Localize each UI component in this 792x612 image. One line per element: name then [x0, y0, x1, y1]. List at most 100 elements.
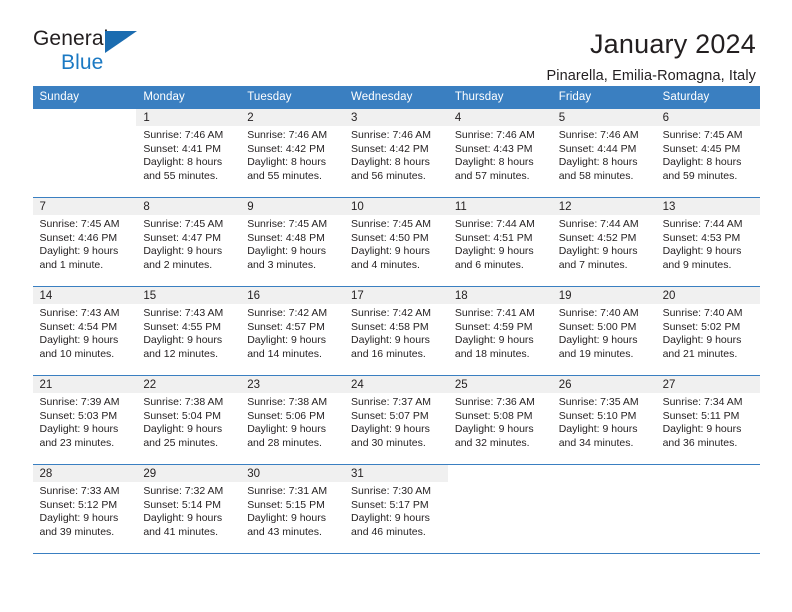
weekday-header-friday: Friday [551, 86, 656, 109]
daylight-text: Daylight: 8 hours and 55 minutes. [247, 156, 326, 182]
sunset-text: Sunset: 4:45 PM [662, 142, 741, 155]
calendar-day-cell[interactable]: 14 Sunrise: 7:43 AM Sunset: 4:54 PM Dayligh… [32, 286, 137, 376]
day-cell-inner: 30 Sunrise: 7:31 AM Sunset: 5:15 PM Dayligh… [240, 465, 345, 553]
day-cell-inner: 24 Sunrise: 7:37 AM Sunset: 5:07 PM Dayligh… [344, 376, 448, 464]
daylight-text: Daylight: 9 hours and 19 minutes. [558, 334, 638, 360]
sunset-text: Sunset: 4:58 PM [351, 320, 429, 333]
sunrise-text: Sunrise: 7:38 AM [247, 396, 328, 408]
day-cell-inner: 26 Sunrise: 7:35 AM Sunset: 5:10 PM Dayligh… [551, 376, 656, 464]
day-number: 26 [551, 376, 656, 393]
calendar-day-cell[interactable]: 31 Sunrise: 7:30 AM Sunset: 5:17 PM Dayligh… [344, 464, 448, 554]
day-number: 6 [655, 109, 760, 126]
calendar-day-cell[interactable]: 5 Sunrise: 7:46 AM Sunset: 4:44 PM Daylight… [551, 109, 656, 198]
day-cell-inner: 1 Sunrise: 7:46 AM Sunset: 4:41 PM Daylight… [136, 109, 241, 197]
day-cell-inner: 14 Sunrise: 7:43 AM Sunset: 4:54 PM Dayligh… [32, 287, 137, 375]
day-number: 2 [240, 109, 345, 126]
daylight-text: Daylight: 9 hours and 39 minutes. [39, 512, 119, 538]
day-cell-inner: 28 Sunrise: 7:33 AM Sunset: 5:12 PM Dayligh… [32, 465, 137, 553]
calendar-day-cell[interactable]: 26 Sunrise: 7:35 AM Sunset: 5:10 PM Dayligh… [551, 375, 656, 465]
sunrise-text: Sunrise: 7:40 AM [662, 307, 743, 319]
day-cell-inner: 10 Sunrise: 7:45 AM Sunset: 4:50 PM Dayligh… [344, 198, 448, 286]
day-number: 10 [344, 198, 448, 215]
daylight-text: Daylight: 9 hours and 46 minutes. [351, 512, 430, 538]
sunset-text: Sunset: 4:44 PM [558, 142, 637, 155]
day-details: Sunrise: 7:46 AM Sunset: 4:43 PM Daylight:… [448, 126, 552, 183]
calendar-day-cell-empty [32, 109, 137, 198]
triangle-icon [105, 31, 137, 53]
calendar-day-cell[interactable]: 15 Sunrise: 7:43 AM Sunset: 4:55 PM Dayligh… [136, 286, 241, 376]
day-details: Sunrise: 7:36 AM Sunset: 5:08 PM Daylight:… [448, 393, 552, 450]
sunrise-text: Sunrise: 7:44 AM [662, 218, 743, 230]
sunrise-text: Sunrise: 7:46 AM [247, 129, 328, 141]
calendar-day-cell[interactable]: 27 Sunrise: 7:34 AM Sunset: 5:11 PM Dayligh… [655, 375, 760, 465]
sunset-text: Sunset: 4:47 PM [143, 231, 221, 244]
day-cell-inner: 3 Sunrise: 7:46 AM Sunset: 4:42 PM Daylight… [344, 109, 448, 197]
calendar-page: General Blue January 2024 Pinarella, Emi… [0, 0, 792, 612]
calendar-week-row: 1 Sunrise: 7:46 AM Sunset: 4:41 PM Daylight… [32, 109, 760, 198]
sunrise-text: Sunrise: 7:33 AM [39, 485, 120, 497]
calendar-day-cell[interactable]: 30 Sunrise: 7:31 AM Sunset: 5:15 PM Dayligh… [240, 464, 345, 554]
calendar-day-cell[interactable]: 12 Sunrise: 7:44 AM Sunset: 4:52 PM Dayligh… [551, 197, 656, 287]
calendar-day-cell[interactable]: 13 Sunrise: 7:44 AM Sunset: 4:53 PM Dayligh… [655, 197, 760, 287]
sunset-text: Sunset: 5:02 PM [662, 320, 741, 333]
sunset-text: Sunset: 5:12 PM [39, 498, 118, 511]
calendar-day-cell[interactable]: 2 Sunrise: 7:46 AM Sunset: 4:42 PM Daylight… [240, 109, 345, 198]
calendar-header-row: Sunday Monday Tuesday Wednesday Thursday Frid… [32, 86, 760, 109]
sunset-text: Sunset: 5:10 PM [558, 409, 637, 422]
calendar-day-cell[interactable]: 4 Sunrise: 7:46 AM Sunset: 4:43 PM Daylight… [447, 109, 552, 198]
general-blue-logo[interactable]: General Blue [33, 28, 153, 76]
day-cell-inner: 19 Sunrise: 7:40 AM Sunset: 5:00 PM Dayligh… [551, 287, 656, 375]
daylight-text: Daylight: 8 hours and 58 minutes. [558, 156, 638, 182]
calendar-day-cell[interactable]: 21 Sunrise: 7:39 AM Sunset: 5:03 PM Dayligh… [32, 375, 137, 465]
sunrise-text: Sunrise: 7:35 AM [558, 396, 639, 408]
calendar-day-cell[interactable]: 11 Sunrise: 7:44 AM Sunset: 4:51 PM Dayligh… [447, 197, 552, 287]
logo-text-blue: Blue [61, 51, 104, 74]
calendar-day-cell[interactable]: 18 Sunrise: 7:41 AM Sunset: 4:59 PM Dayligh… [447, 286, 552, 376]
day-number: 17 [344, 287, 448, 304]
calendar-day-cell[interactable]: 7 Sunrise: 7:45 AM Sunset: 4:46 PM Daylight… [32, 197, 137, 287]
calendar-day-cell[interactable]: 16 Sunrise: 7:42 AM Sunset: 4:57 PM Dayligh… [240, 286, 345, 376]
day-number: 4 [447, 109, 552, 126]
day-details: Sunrise: 7:43 AM Sunset: 4:54 PM Daylight:… [33, 304, 137, 361]
day-number: 29 [136, 465, 241, 482]
day-number: 5 [551, 109, 656, 126]
day-cell-inner: 5 Sunrise: 7:46 AM Sunset: 4:44 PM Daylight… [551, 109, 656, 197]
calendar-day-cell-empty [551, 464, 656, 554]
sunset-text: Sunset: 4:50 PM [351, 231, 429, 244]
day-number [551, 465, 656, 482]
calendar-day-cell[interactable]: 28 Sunrise: 7:33 AM Sunset: 5:12 PM Dayligh… [32, 464, 137, 554]
daylight-text: Daylight: 8 hours and 55 minutes. [143, 156, 223, 182]
day-details: Sunrise: 7:40 AM Sunset: 5:02 PM Daylight:… [656, 304, 760, 361]
calendar-day-cell[interactable]: 29 Sunrise: 7:32 AM Sunset: 5:14 PM Dayligh… [136, 464, 241, 554]
sunrise-text: Sunrise: 7:41 AM [454, 307, 535, 319]
calendar-day-cell[interactable]: 19 Sunrise: 7:40 AM Sunset: 5:00 PM Dayligh… [551, 286, 656, 376]
calendar-table: Sunday Monday Tuesday Wednesday Thursday Frid… [32, 86, 760, 554]
calendar-day-cell[interactable]: 20 Sunrise: 7:40 AM Sunset: 5:02 PM Dayligh… [655, 286, 760, 376]
day-number [655, 465, 760, 482]
daylight-text: Daylight: 9 hours and 25 minutes. [143, 423, 223, 449]
sunset-text: Sunset: 5:15 PM [247, 498, 325, 511]
weekday-header-monday: Monday [136, 86, 241, 109]
sunrise-text: Sunrise: 7:37 AM [351, 396, 431, 408]
calendar-day-cell[interactable]: 1 Sunrise: 7:46 AM Sunset: 4:41 PM Daylight… [136, 109, 241, 198]
day-cell-inner: 12 Sunrise: 7:44 AM Sunset: 4:52 PM Dayligh… [551, 198, 656, 286]
calendar-day-cell[interactable]: 10 Sunrise: 7:45 AM Sunset: 4:50 PM Dayligh… [344, 197, 448, 287]
calendar-day-cell[interactable]: 3 Sunrise: 7:46 AM Sunset: 4:42 PM Daylight… [344, 109, 448, 198]
calendar-day-cell-empty [447, 464, 552, 554]
day-details: Sunrise: 7:41 AM Sunset: 4:59 PM Daylight:… [448, 304, 552, 361]
sunset-text: Sunset: 4:46 PM [39, 231, 118, 244]
calendar-day-cell[interactable]: 25 Sunrise: 7:36 AM Sunset: 5:08 PM Dayligh… [447, 375, 552, 465]
day-details: Sunrise: 7:38 AM Sunset: 5:06 PM Daylight:… [240, 393, 344, 450]
daylight-text: Daylight: 9 hours and 4 minutes. [351, 245, 430, 271]
day-number: 25 [447, 376, 552, 393]
sunset-text: Sunset: 4:51 PM [454, 231, 533, 244]
calendar-day-cell[interactable]: 23 Sunrise: 7:38 AM Sunset: 5:06 PM Dayligh… [240, 375, 345, 465]
calendar-day-cell[interactable]: 22 Sunrise: 7:38 AM Sunset: 5:04 PM Dayligh… [136, 375, 241, 465]
calendar-day-cell[interactable]: 8 Sunrise: 7:45 AM Sunset: 4:47 PM Daylight… [136, 197, 241, 287]
calendar-day-cell[interactable]: 6 Sunrise: 7:45 AM Sunset: 4:45 PM Daylight… [655, 109, 760, 198]
calendar-day-cell[interactable]: 9 Sunrise: 7:45 AM Sunset: 4:48 PM Daylight… [240, 197, 345, 287]
day-details: Sunrise: 7:46 AM Sunset: 4:42 PM Daylight:… [344, 126, 448, 183]
calendar-day-cell[interactable]: 17 Sunrise: 7:42 AM Sunset: 4:58 PM Dayligh… [344, 286, 448, 376]
day-details: Sunrise: 7:30 AM Sunset: 5:17 PM Daylight:… [344, 482, 448, 539]
calendar-day-cell[interactable]: 24 Sunrise: 7:37 AM Sunset: 5:07 PM Dayligh… [344, 375, 448, 465]
